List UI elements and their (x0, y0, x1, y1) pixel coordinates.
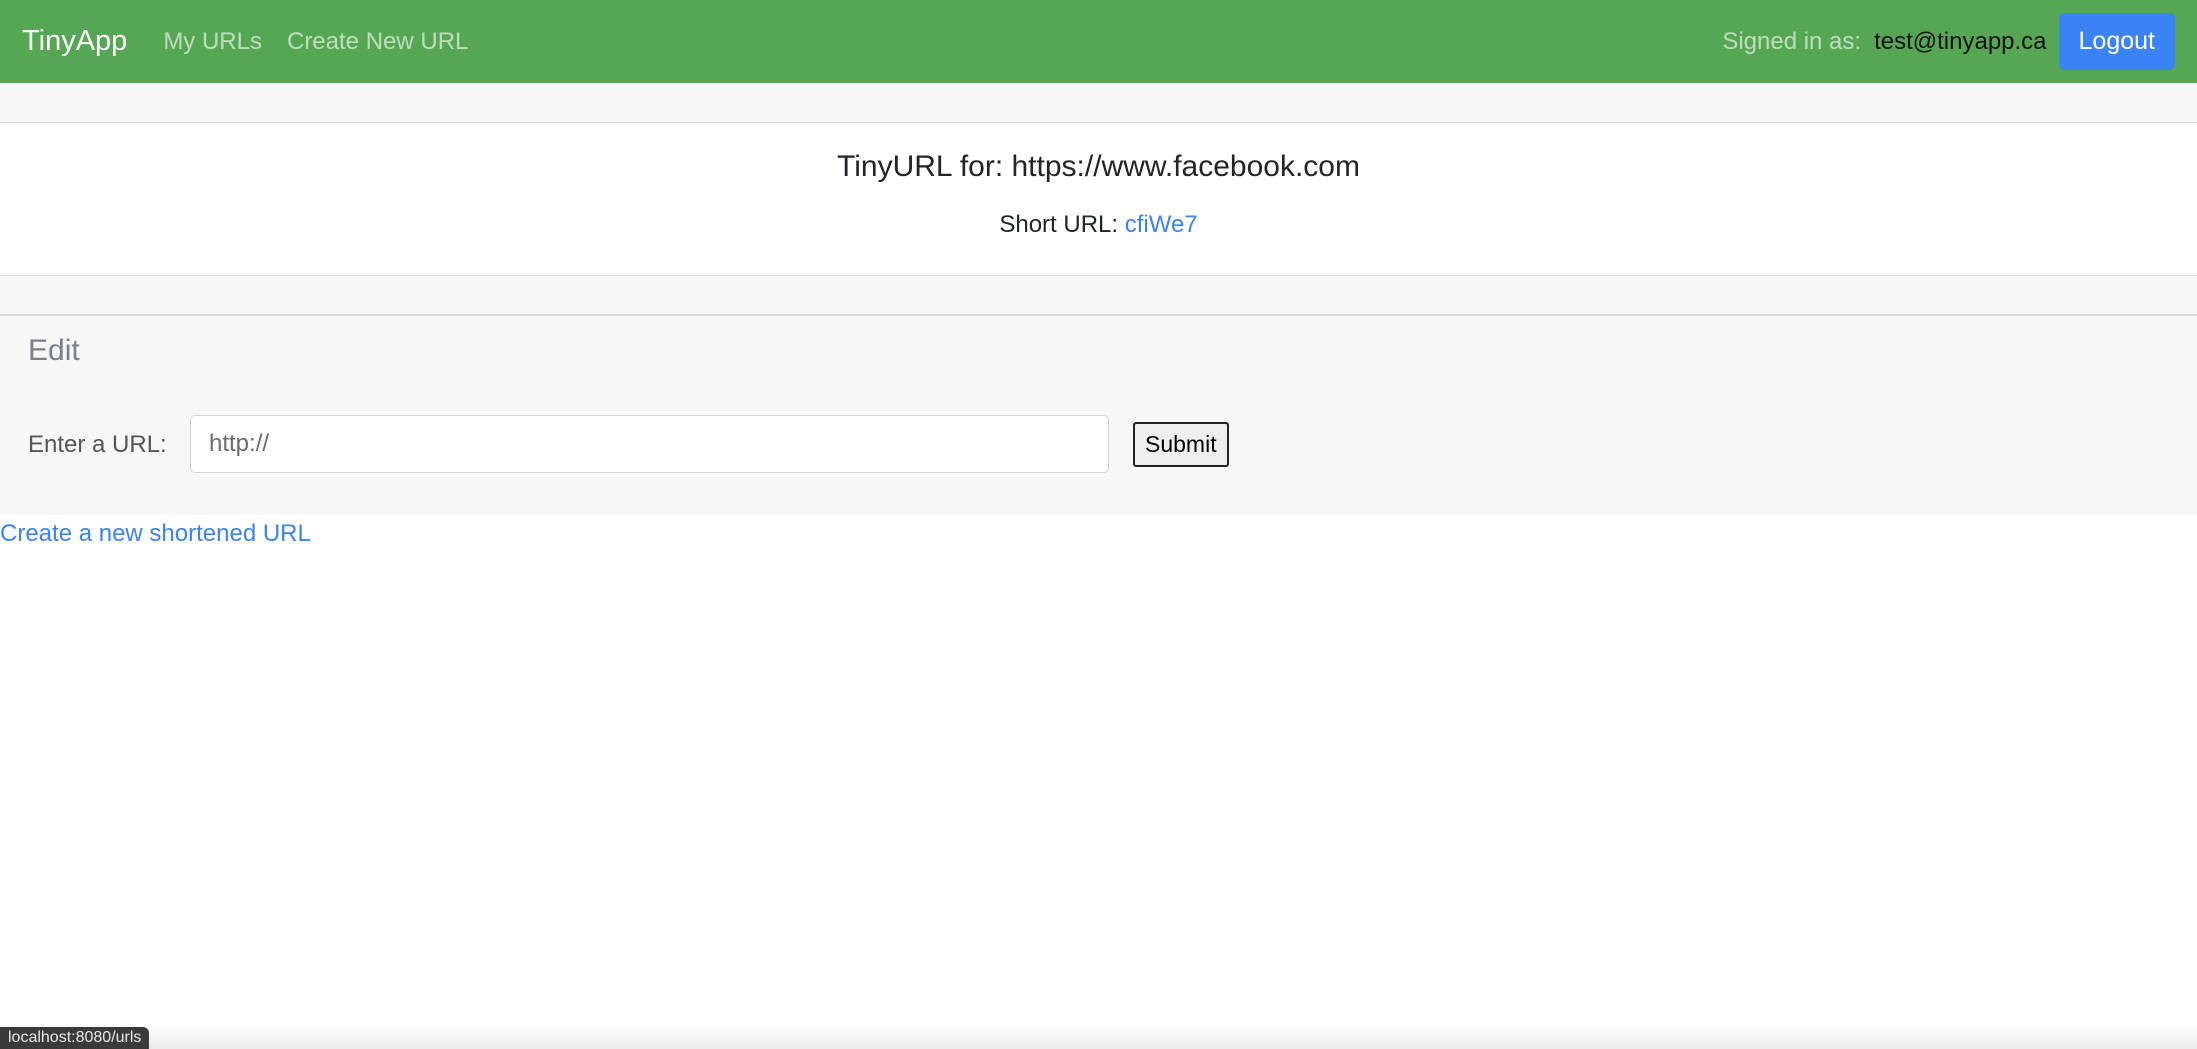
short-url-label: Short URL: (999, 211, 1119, 238)
logout-button[interactable]: Logout (2058, 13, 2175, 70)
edit-section: Edit Enter a URL: Submit (0, 316, 2197, 515)
submit-button[interactable]: Submit (1133, 422, 1229, 467)
url-info-card: TinyURL for: https://www.facebook.com Sh… (0, 123, 2197, 276)
url-input[interactable] (190, 415, 1109, 473)
status-bar-url: localhost:8080/urls (0, 1027, 150, 1049)
short-url-line: Short URL: cfiWe7 (0, 211, 2197, 239)
spacer-strip-top (0, 83, 2197, 123)
nav-link-my-urls[interactable]: My URLs (163, 28, 262, 56)
signed-in-label: Signed in as: (1722, 27, 1862, 55)
bottom-shade (0, 1023, 2197, 1049)
page-title: TinyURL for: https://www.facebook.com (837, 150, 1360, 183)
short-url-link[interactable]: cfiWe7 (1125, 211, 1198, 238)
edit-heading: Edit (28, 334, 80, 367)
brand-link[interactable]: TinyApp (22, 25, 127, 58)
url-input-label: Enter a URL: (28, 431, 167, 458)
spacer-strip-mid (0, 276, 2197, 316)
navbar: TinyApp My URLs Create New URL Signed in… (0, 0, 2197, 83)
nav-link-create-new-url[interactable]: Create New URL (287, 28, 468, 56)
user-email: test@tinyapp.ca (1874, 27, 2047, 55)
create-new-url-link[interactable]: Create a new shortened URL (0, 520, 311, 548)
